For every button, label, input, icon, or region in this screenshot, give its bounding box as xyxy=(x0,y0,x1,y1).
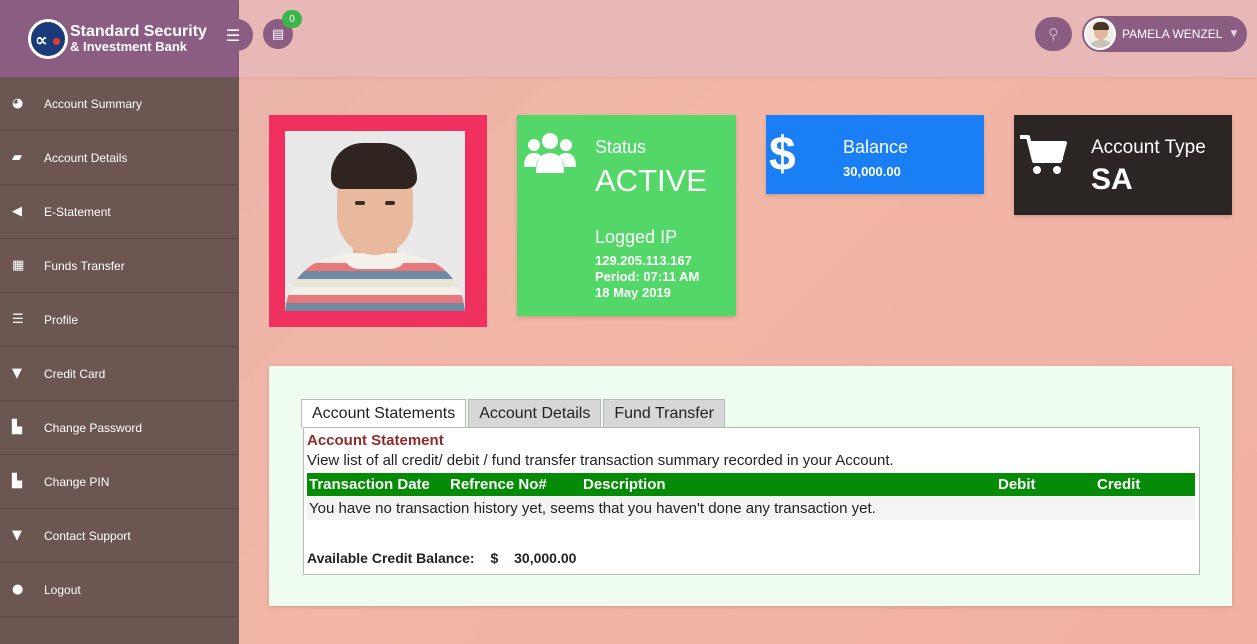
brand-line-2: & Investment Bank xyxy=(70,38,188,54)
available-credit-amount: 30,000.00 xyxy=(514,550,577,566)
sidebar-item-profile[interactable]: ☰ Profile xyxy=(0,293,239,347)
hamburger-icon: ☰ xyxy=(225,25,241,45)
status-card: Status ACTIVE Logged IP 129.205.113.167 … xyxy=(517,115,736,316)
sidebar-item-label: E-Statement xyxy=(44,204,111,219)
bar-chart-icon: ▙ xyxy=(12,474,22,489)
top-bar: ☰ ▤ 0 ⚲ PAMELA WENZEL ▼ xyxy=(213,0,1257,77)
sidebar-item-account-details[interactable]: ▰ Account Details xyxy=(0,131,239,185)
status-title: Status xyxy=(595,137,647,157)
sidebar-item-label: Logout xyxy=(44,582,81,597)
account-type-value: SA xyxy=(1091,163,1133,196)
list-icon: ▤ xyxy=(271,26,285,42)
dashboard-icon: ◕ xyxy=(12,96,24,111)
tab-content: Account Statement View list of all credi… xyxy=(303,427,1200,575)
search-button[interactable]: ⚲ xyxy=(1035,17,1072,51)
sidebar-item-label: Account Summary xyxy=(44,96,143,111)
currency-symbol: $ xyxy=(490,550,499,566)
empty-table-message: You have no transaction history yet, see… xyxy=(307,496,1195,520)
statement-title: Account Statement xyxy=(307,432,444,449)
search-icon: ⚲ xyxy=(1048,25,1059,43)
user-name: PAMELA WENZEL xyxy=(1122,27,1223,41)
table-header-row: Transaction Date Refrence No# Descriptio… xyxy=(307,473,1195,496)
logged-ip-details: 129.205.113.167 Period: 07:11 AM 18 May … xyxy=(595,253,699,301)
tab-bar: Account Statements Account Details Fund … xyxy=(301,399,727,428)
logged-ip-address: 129.205.113.167 xyxy=(595,253,692,268)
sidebar-item-label: Change PIN xyxy=(44,474,110,489)
column-header-description: Description xyxy=(581,473,996,496)
balance-title: Balance xyxy=(843,137,909,157)
column-header-credit: Credit xyxy=(1095,473,1195,496)
sidebar-item-label: Change Password xyxy=(44,420,143,435)
users-icon xyxy=(524,133,576,173)
dollar-icon: $ xyxy=(769,128,796,181)
user-menu-button[interactable]: PAMELA WENZEL ▼ xyxy=(1082,16,1247,52)
sidebar-item-label: Account Details xyxy=(44,150,128,165)
bar-chart-icon: ▙ xyxy=(12,420,22,435)
status-value: ACTIVE xyxy=(595,163,707,198)
balance-value: 30,000.00 xyxy=(843,164,901,179)
tab-fund-transfer[interactable]: Fund Transfer xyxy=(603,399,725,427)
book-icon: ▰ xyxy=(12,150,22,165)
sidebar-item-label: Contact Support xyxy=(44,528,131,543)
column-header-debit: Debit xyxy=(996,473,1095,496)
sidebar-item-label: Credit Card xyxy=(44,366,106,381)
list-icon: ☰ xyxy=(12,312,24,327)
profile-photo-card xyxy=(269,115,487,327)
logged-ip-title: Logged IP xyxy=(595,227,678,247)
sidebar-item-logout[interactable]: ● Logout xyxy=(0,563,239,617)
statement-panel: Account Statements Account Details Fund … xyxy=(269,366,1232,606)
statement-description: View list of all credit/ debit / fund tr… xyxy=(307,452,894,469)
grid-icon: ▦ xyxy=(12,258,25,273)
brand[interactable]: ∝ Standard Security & Investment Bank xyxy=(0,0,239,77)
logged-date: 18 May 2019 xyxy=(595,285,671,300)
glass-icon: ▼ xyxy=(12,366,22,381)
tab-account-statements[interactable]: Account Statements xyxy=(301,399,467,428)
sidebar-item-credit-card[interactable]: ▼ Credit Card xyxy=(0,347,239,401)
sidebar-item-change-password[interactable]: ▙ Change Password xyxy=(0,401,239,455)
sidebar-item-label: Profile xyxy=(44,312,79,327)
sidebar-item-change-pin[interactable]: ▙ Change PIN xyxy=(0,455,239,509)
bank-logo-icon: ∝ xyxy=(28,18,68,59)
user-icon: ● xyxy=(12,582,24,597)
column-header-transaction-date: Transaction Date xyxy=(307,473,448,496)
profile-photo xyxy=(285,131,465,311)
sidebar-item-account-summary[interactable]: ◕ Account Summary xyxy=(0,77,239,131)
megaphone-icon: ◀ xyxy=(12,204,22,219)
column-header-reference-no: Refrence No# xyxy=(448,473,581,496)
sidebar-item-label: Funds Transfer xyxy=(44,258,125,273)
available-credit-balance: Available Credit Balance: $ 30,000.00 xyxy=(307,550,576,566)
account-type-title: Account Type xyxy=(1091,137,1206,158)
notification-count-badge: 0 xyxy=(282,10,302,28)
account-type-card: Account Type SA xyxy=(1014,115,1232,215)
glass-icon: ▼ xyxy=(12,528,22,543)
brand-name: Standard Security & Investment Bank xyxy=(70,22,207,54)
chevron-down-icon: ▼ xyxy=(1230,29,1238,39)
brand-line-1: Standard Security xyxy=(70,22,207,40)
available-credit-label: Available Credit Balance: xyxy=(307,550,475,566)
table-row: You have no transaction history yet, see… xyxy=(307,496,1195,520)
sidebar-item-contact-support[interactable]: ▼ Contact Support xyxy=(0,509,239,563)
sidebar-item-e-statement[interactable]: ◀ E-Statement xyxy=(0,185,239,239)
logged-period: Period: 07:11 AM xyxy=(595,269,700,284)
transactions-table: Transaction Date Refrence No# Descriptio… xyxy=(307,473,1195,520)
balance-card: $ Balance 30,000.00 xyxy=(766,115,984,194)
shopping-cart-icon xyxy=(1020,135,1067,174)
menu-toggle-button[interactable]: ☰ xyxy=(213,19,253,51)
tab-account-details[interactable]: Account Details xyxy=(468,399,602,427)
sidebar: ∝ Standard Security & Investment Bank ◕ … xyxy=(0,0,239,644)
avatar xyxy=(1084,18,1116,50)
sidebar-item-funds-transfer[interactable]: ▦ Funds Transfer xyxy=(0,239,239,293)
